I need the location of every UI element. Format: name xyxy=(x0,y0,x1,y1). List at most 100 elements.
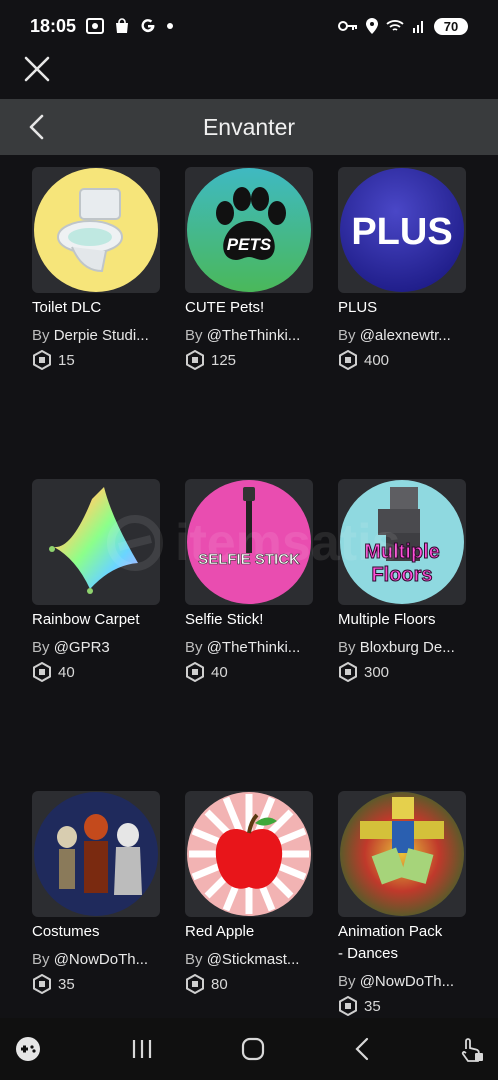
item-price: 400 xyxy=(338,350,466,370)
item-creator[interactable]: By @TheThinki... xyxy=(185,326,313,346)
by-label: By xyxy=(338,639,356,656)
by-label: By xyxy=(32,327,50,344)
creator-name: @TheThinki... xyxy=(206,639,301,656)
status-time: 18:05 xyxy=(30,15,77,36)
item-name: Selfie Stick! xyxy=(185,611,264,628)
shopping-bag-icon xyxy=(116,18,129,33)
back-icon[interactable] xyxy=(26,113,48,141)
creator-name: @alexnewtr... xyxy=(359,327,451,344)
robux-icon xyxy=(33,662,51,682)
thumb-text: PETS xyxy=(226,235,272,254)
gamepad-icon[interactable] xyxy=(14,1035,42,1063)
item-creator[interactable]: By @TheThinki... xyxy=(185,638,313,658)
status-bar: 18:05 70 xyxy=(0,0,498,52)
by-label: By xyxy=(32,951,50,968)
inventory-item[interactable]: PETS CUTE Pets! By @TheThinki... 125 xyxy=(185,167,313,370)
price-value: 35 xyxy=(364,997,381,1015)
item-price: 80 xyxy=(185,974,313,994)
item-creator[interactable]: By @NowDoTh... xyxy=(32,950,160,970)
item-price: 35 xyxy=(32,974,160,994)
item-name: PLUS xyxy=(338,299,378,316)
notification-dot-icon xyxy=(167,23,174,29)
item-creator[interactable]: By @NowDoTh... xyxy=(338,972,466,992)
by-label: By xyxy=(185,951,203,968)
price-value: 15 xyxy=(58,351,75,369)
item-price: 35 xyxy=(338,996,466,1016)
creator-name: @NowDoTh... xyxy=(359,973,455,990)
by-label: By xyxy=(185,327,203,344)
item-price: 15 xyxy=(32,350,160,370)
item-price: 300 xyxy=(338,662,466,682)
watermark-text: itemsatis xyxy=(175,514,401,572)
battery-level: 70 xyxy=(434,17,468,35)
item-creator[interactable]: By @Stickmast... xyxy=(185,950,313,970)
google-icon xyxy=(141,19,155,33)
item-price: 125 xyxy=(185,350,313,370)
creator-name: Bloxburg De... xyxy=(359,639,455,656)
robux-icon xyxy=(339,996,357,1016)
item-creator[interactable]: By Bloxburg De... xyxy=(338,638,466,658)
price-value: 300 xyxy=(364,663,390,681)
creator-name: @TheThinki... xyxy=(206,327,301,344)
price-value: 400 xyxy=(364,351,390,369)
robux-icon xyxy=(186,974,204,994)
by-label: By xyxy=(338,327,356,344)
item-name: Animation Pack - Dances xyxy=(338,923,443,962)
nav-back-icon[interactable] xyxy=(353,1037,371,1061)
home-icon[interactable] xyxy=(241,1037,265,1061)
item-thumbnail xyxy=(338,791,466,917)
by-label: By xyxy=(185,639,203,656)
inventory-item[interactable]: Costumes By @NowDoTh... 35 xyxy=(32,791,160,994)
item-name: CUTE Pets! xyxy=(185,299,265,316)
robux-icon xyxy=(339,350,357,370)
item-thumbnail xyxy=(32,167,160,293)
item-creator[interactable]: By Derpie Studi... xyxy=(32,326,160,346)
item-price: 40 xyxy=(32,662,160,682)
creator-name: @GPR3 xyxy=(53,639,110,656)
close-icon[interactable] xyxy=(22,54,52,84)
item-name: Costumes xyxy=(32,923,100,940)
creator-name: @Stickmast... xyxy=(206,951,300,968)
item-name: Rainbow Carpet xyxy=(32,611,140,628)
robux-icon xyxy=(33,350,51,370)
item-price: 40 xyxy=(185,662,313,682)
inventory-item[interactable]: PLUS PLUS By @alexnewtr... 400 xyxy=(338,167,466,370)
location-icon xyxy=(366,18,378,34)
price-value: 40 xyxy=(211,663,228,681)
item-name: Red Apple xyxy=(185,923,255,940)
creator-name: Derpie Studi... xyxy=(53,327,149,344)
watermark-logo-icon xyxy=(107,515,163,571)
wifi-icon xyxy=(386,20,404,31)
item-thumbnail: PETS xyxy=(185,167,313,293)
item-thumbnail: PLUS xyxy=(338,167,466,293)
item-thumbnail xyxy=(185,791,313,917)
price-value: 40 xyxy=(58,663,75,681)
by-label: By xyxy=(338,973,356,990)
creator-name: @NowDoTh... xyxy=(53,951,149,968)
item-thumbnail xyxy=(32,791,160,917)
recent-apps-icon[interactable] xyxy=(130,1038,154,1060)
price-value: 80 xyxy=(211,975,228,993)
price-value: 35 xyxy=(58,975,75,993)
item-name: Toilet DLC xyxy=(32,299,102,316)
by-label: By xyxy=(32,639,50,656)
key-icon xyxy=(338,21,357,31)
screenshot-icon xyxy=(86,18,105,34)
item-creator[interactable]: By @alexnewtr... xyxy=(338,326,466,346)
accessibility-icon[interactable] xyxy=(458,1035,484,1063)
price-value: 125 xyxy=(211,351,237,369)
thumb-text: PLUS xyxy=(351,211,453,253)
inventory-item[interactable]: Toilet DLC By Derpie Studi... 15 xyxy=(32,167,160,370)
watermark: itemsatis xyxy=(105,508,405,578)
item-creator[interactable]: By @GPR3 xyxy=(32,638,160,658)
page-title: Envanter xyxy=(202,113,296,140)
item-name: Multiple Floors xyxy=(338,611,436,628)
signal-icon xyxy=(413,21,423,33)
robux-icon xyxy=(186,662,204,682)
system-nav-bar xyxy=(0,1018,498,1080)
robux-icon xyxy=(339,662,357,682)
inventory-item[interactable]: Red Apple By @Stickmast... 80 xyxy=(185,791,313,994)
robux-icon xyxy=(33,974,51,994)
robux-icon xyxy=(186,350,204,370)
inventory-item[interactable]: Animation Pack - Dances By @NowDoTh... 3… xyxy=(338,791,466,1016)
